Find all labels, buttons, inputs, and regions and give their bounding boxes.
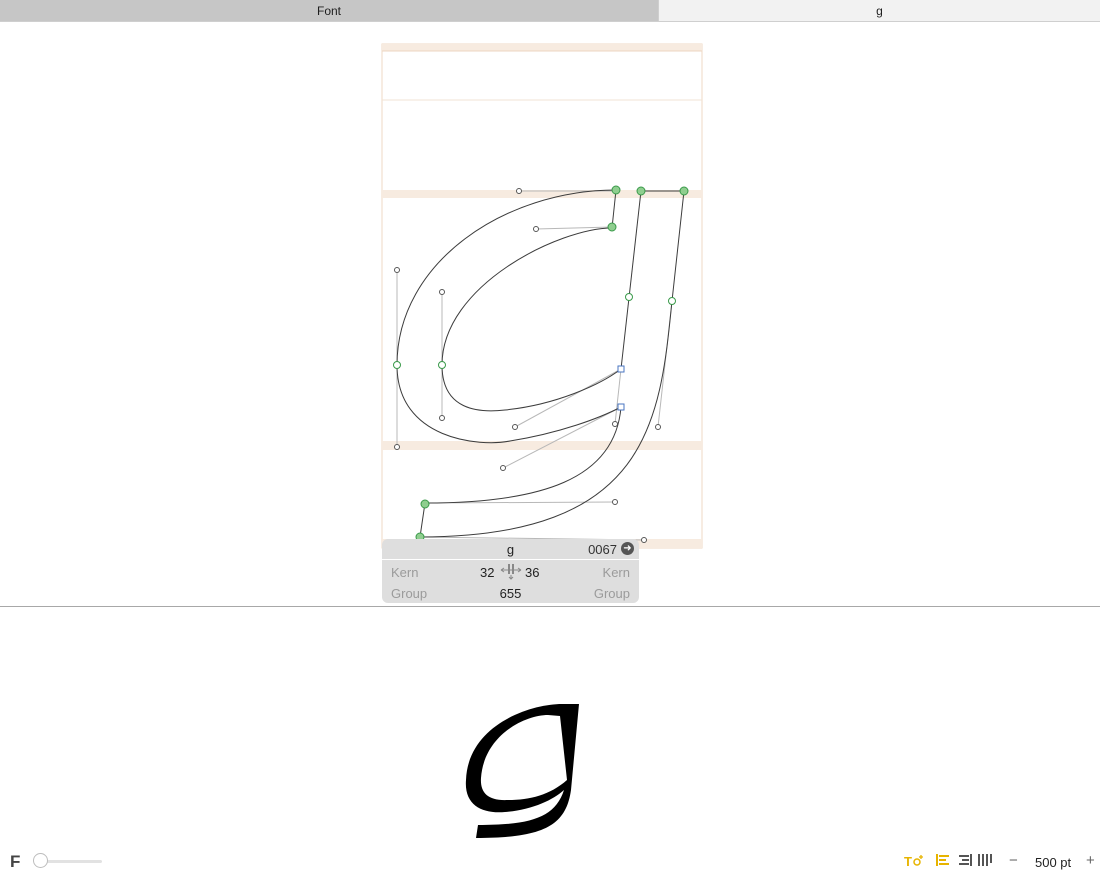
preview-glyph-g bbox=[465, 704, 579, 838]
text-tool-icon[interactable]: T bbox=[904, 853, 924, 873]
go-to-glyph-icon[interactable]: ➜ bbox=[621, 542, 634, 555]
glyph-width-field[interactable]: 655 bbox=[382, 586, 639, 601]
align-left-icon[interactable] bbox=[936, 853, 950, 871]
metrics-link-icon[interactable] bbox=[500, 563, 522, 581]
preview-area bbox=[0, 607, 1100, 875]
right-sidebearing-field[interactable]: 36 bbox=[525, 565, 539, 580]
tab-font[interactable]: Font bbox=[0, 0, 658, 21]
vertical-text-icon[interactable] bbox=[978, 853, 992, 871]
zoom-in-button[interactable]: + bbox=[1086, 852, 1095, 869]
font-icon[interactable]: F bbox=[10, 852, 20, 872]
left-sidebearing-field[interactable]: 32 bbox=[480, 565, 494, 580]
glyph-edit-canvas[interactable] bbox=[0, 22, 1100, 606]
left-kern-group-field[interactable]: Kern bbox=[391, 565, 418, 580]
tab-glyph-g[interactable]: g bbox=[658, 0, 1100, 21]
preview-size-slider-knob[interactable] bbox=[33, 853, 48, 868]
zoom-out-button[interactable]: − bbox=[1009, 852, 1018, 869]
metric-lines bbox=[381, 43, 703, 549]
align-right-icon[interactable] bbox=[958, 853, 972, 871]
zoom-level-field[interactable]: 500 pt bbox=[1035, 855, 1071, 870]
glyph-outline-view[interactable] bbox=[0, 22, 1100, 606]
glyph-unicode: 0067 bbox=[588, 542, 617, 557]
glyph-info-box: Kern Kern Group Group 32 36 655 bbox=[382, 560, 639, 603]
tab-bar: Font g bbox=[0, 0, 1100, 22]
svg-text:T: T bbox=[904, 854, 912, 869]
glyph-info-header: g 0067 ➜ bbox=[382, 539, 639, 559]
right-kern-group-field[interactable]: Kern bbox=[603, 565, 630, 580]
on-curve-nodes[interactable] bbox=[393, 185, 689, 542]
